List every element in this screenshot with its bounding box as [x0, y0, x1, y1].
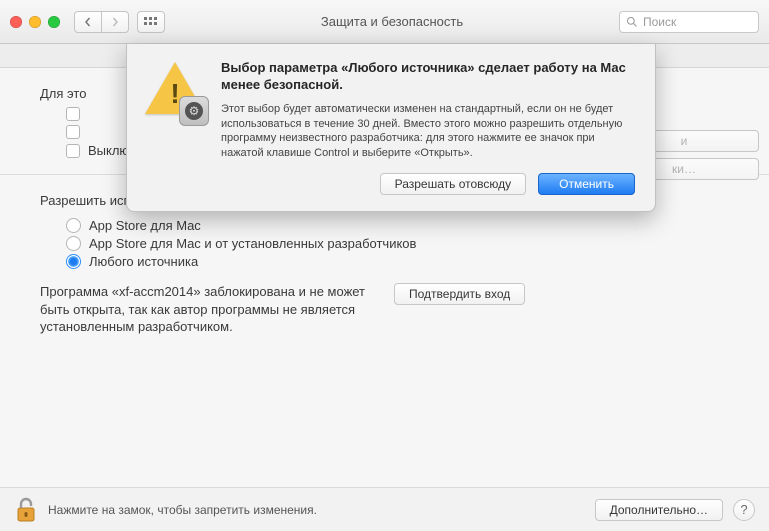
cancel-button[interactable]: Отменить [538, 173, 635, 195]
radio-identified[interactable]: App Store для Mac и от установленных раз… [66, 236, 729, 251]
radio-appstore-input[interactable] [66, 218, 81, 233]
require-password-checkbox[interactable] [66, 107, 80, 121]
back-button[interactable] [74, 11, 102, 33]
radio-anywhere[interactable]: Любого источника [66, 254, 729, 269]
show-all-button[interactable] [137, 11, 165, 33]
help-button[interactable]: ? [733, 499, 755, 521]
search-field[interactable]: Поиск [619, 11, 759, 33]
radio-appstore[interactable]: App Store для Mac [66, 218, 729, 233]
footer: Нажмите на замок, чтобы запретить измене… [0, 487, 769, 531]
sheet-message: Этот выбор будет автоматически изменен н… [221, 102, 635, 161]
radio-anywhere-label: Любого источника [89, 254, 198, 269]
search-icon [626, 16, 638, 28]
blocked-app-text: Программа «xf-accm2014» заблокирована и … [40, 283, 370, 336]
minimize-window-button[interactable] [29, 16, 41, 28]
lock-hint: Нажмите на замок, чтобы запретить измене… [48, 503, 585, 517]
blocked-app-row: Программа «xf-accm2014» заблокирована и … [40, 283, 729, 336]
search-placeholder: Поиск [643, 15, 676, 29]
radio-appstore-label: App Store для Mac [89, 218, 201, 233]
window-controls [10, 16, 60, 28]
nav-back-forward [74, 11, 129, 33]
radio-anywhere-input[interactable] [66, 254, 81, 269]
confirm-anywhere-sheet: ⚙ Выбор параметра «Любого источника» сде… [126, 44, 656, 212]
allow-anywhere-button[interactable]: Разрешать отовсюду [380, 173, 527, 195]
show-message-checkbox[interactable] [66, 125, 80, 139]
advanced-button[interactable]: Дополнительно… [595, 499, 723, 521]
forward-button[interactable] [101, 11, 129, 33]
radio-identified-label: App Store для Mac и от установленных раз… [89, 236, 416, 251]
zoom-window-button[interactable] [48, 16, 60, 28]
prefs-window: Защита и безопасность Поиск и ки… Для эт… [0, 0, 769, 531]
window-title: Защита и безопасность [173, 14, 611, 29]
help-button-label: ? [740, 502, 747, 517]
lock-icon[interactable] [14, 496, 38, 524]
sheet-body: Выбор параметра «Любого источника» сдела… [221, 60, 635, 195]
advanced-button-label: Дополнительно… [610, 503, 708, 517]
warning-icon: ⚙ [143, 60, 207, 124]
sheet-heading: Выбор параметра «Любого источника» сдела… [221, 60, 635, 94]
close-window-button[interactable] [10, 16, 22, 28]
toolbar: Защита и безопасность Поиск [0, 0, 769, 44]
sheet-buttons: Разрешать отовсюду Отменить [221, 173, 635, 195]
disable-autologin-checkbox[interactable] [66, 144, 80, 158]
confirm-open-button[interactable]: Подтвердить вход [394, 283, 525, 305]
prefs-badge-icon: ⚙ [179, 96, 209, 126]
radio-identified-input[interactable] [66, 236, 81, 251]
